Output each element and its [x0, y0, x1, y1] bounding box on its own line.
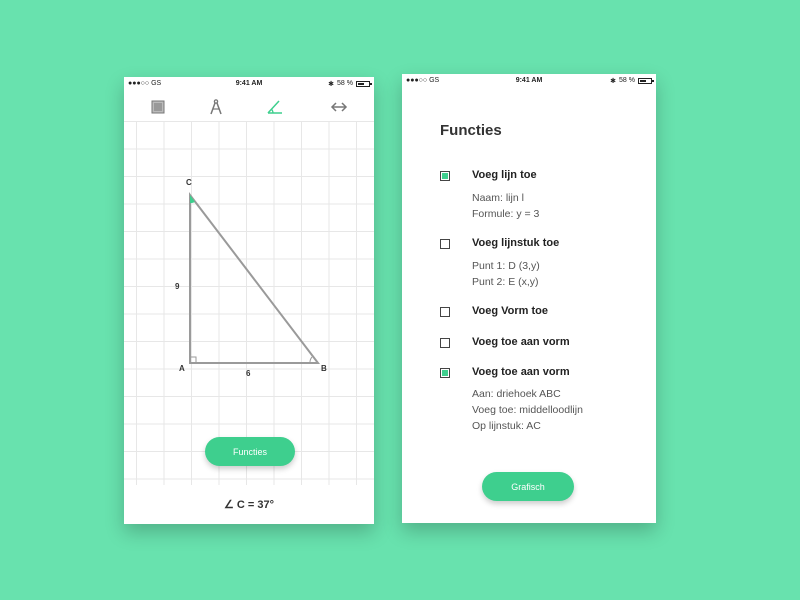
geometry-screen: ●●●○○ GS 9:41 AM ✱ 58 % C A B 9 6 Functi…: [124, 77, 374, 524]
vertex-b-label: B: [321, 364, 327, 373]
function-label: Voeg Vorm toe: [472, 305, 548, 317]
side-ac-length: 9: [175, 282, 180, 291]
functions-screen: ●●●○○ GS 9:41 AM ✱ 58 % Functies Voeg li…: [402, 74, 656, 523]
status-bar: ●●●○○ GS 9:41 AM ✱ 58 %: [124, 77, 374, 90]
arrows-horizontal-icon[interactable]: [327, 95, 351, 119]
vertex-c-label: C: [186, 178, 192, 187]
battery-percent: 58 %: [619, 77, 635, 84]
layers-icon[interactable]: [146, 95, 170, 119]
detail-voeg-toe: Voeg toe: middelloodlijn: [472, 404, 583, 416]
side-ab-length: 6: [246, 369, 251, 378]
battery-icon: [356, 80, 372, 87]
angle-readout-bar: ∠ C = 37°: [124, 485, 374, 524]
triangle-canvas: C A B 9 6: [175, 178, 327, 378]
compass-icon[interactable]: [204, 95, 228, 119]
grafisch-button[interactable]: Grafisch: [482, 472, 574, 501]
detail-punt-1: Punt 1: D (3,y): [472, 260, 540, 272]
function-label: Voeg lijnstuk toe: [472, 237, 560, 249]
bluetooth-icon: ✱: [328, 80, 335, 88]
battery-icon: [638, 77, 654, 84]
angle-icon[interactable]: [263, 95, 287, 119]
page-title: Functies: [440, 122, 502, 139]
detail-op-lijnstuk: Op lijnstuk: AC: [472, 420, 541, 432]
battery-percent: 58 %: [337, 80, 353, 87]
detail-formule: Formule: y = 3: [472, 208, 540, 220]
detail-punt-2: Punt 2: E (x,y): [472, 276, 539, 288]
triangle-abc: [189, 192, 321, 364]
checkbox-voeg-lijnstuk[interactable]: [440, 239, 450, 249]
detail-naam: Naam: lijn l: [472, 192, 524, 204]
checkbox-voeg-toe-aan-vorm[interactable]: [440, 338, 450, 348]
bluetooth-icon: ✱: [610, 77, 617, 85]
checkbox-voeg-toe-aan-vorm-2[interactable]: [440, 368, 450, 378]
battery-indicator: ✱ 58 %: [610, 77, 654, 85]
status-bar: ●●●○○ GS 9:41 AM ✱ 58 %: [402, 74, 656, 87]
battery-indicator: ✱ 58 %: [328, 80, 372, 88]
angle-readout: ∠ C = 37°: [223, 499, 275, 511]
vertex-a-label: A: [179, 364, 185, 373]
detail-aan: Aan: driehoek ABC: [472, 388, 561, 400]
checkbox-voeg-vorm[interactable]: [440, 307, 450, 317]
tool-bar: [124, 95, 374, 119]
function-label: Voeg toe aan vorm: [472, 336, 570, 348]
functies-button[interactable]: Functies: [205, 437, 295, 466]
function-label: Voeg lijn toe: [472, 169, 537, 181]
function-label: Voeg toe aan vorm: [472, 366, 570, 378]
checkbox-voeg-lijn[interactable]: [440, 171, 450, 181]
